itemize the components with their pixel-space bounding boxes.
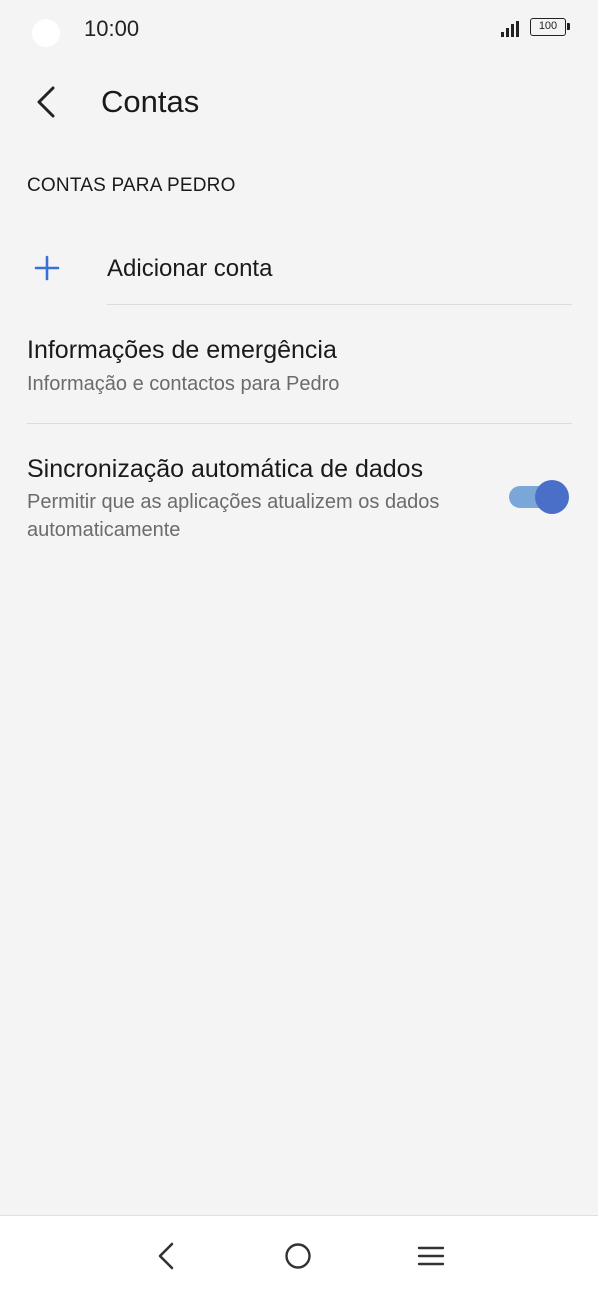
divider	[107, 304, 572, 305]
back-button[interactable]	[26, 80, 66, 124]
camera-cutout	[32, 19, 60, 47]
plus-icon	[34, 255, 60, 281]
chevron-left-icon	[37, 86, 55, 118]
section-header: CONTAS PARA PEDRO	[27, 175, 236, 196]
emergency-info-item[interactable]: Informações de emergência Informação e c…	[0, 330, 598, 420]
nav-home-button[interactable]	[284, 1242, 312, 1270]
add-account-label: Adicionar conta	[107, 255, 273, 282]
emergency-info-subtitle: Informação e contactos para Pedro	[27, 373, 340, 395]
auto-sync-toggle[interactable]	[509, 479, 569, 515]
auto-sync-title: Sincronização automática de dados	[27, 455, 424, 483]
navigation-bar	[0, 1215, 598, 1296]
signal-icon	[501, 21, 523, 37]
add-account-button[interactable]: Adicionar conta	[0, 235, 598, 305]
battery-icon: 100	[530, 18, 570, 36]
app-header: Contas	[0, 70, 598, 134]
divider	[27, 423, 572, 424]
status-bar: 10:00 100	[0, 0, 598, 60]
emergency-info-title: Informações de emergência	[27, 336, 337, 364]
nav-back-button[interactable]	[150, 1236, 184, 1276]
menu-icon	[417, 1246, 445, 1266]
status-time: 10:00	[84, 16, 140, 41]
auto-sync-item[interactable]: Sincronização automática de dados Permit…	[0, 450, 598, 550]
back-icon	[158, 1242, 174, 1270]
page-title: Contas	[101, 84, 200, 119]
nav-menu-button[interactable]	[417, 1242, 445, 1270]
toggle-thumb	[535, 480, 569, 514]
auto-sync-subtitle: Permitir que as aplicações atualizem os …	[27, 491, 440, 541]
home-icon	[285, 1243, 311, 1269]
